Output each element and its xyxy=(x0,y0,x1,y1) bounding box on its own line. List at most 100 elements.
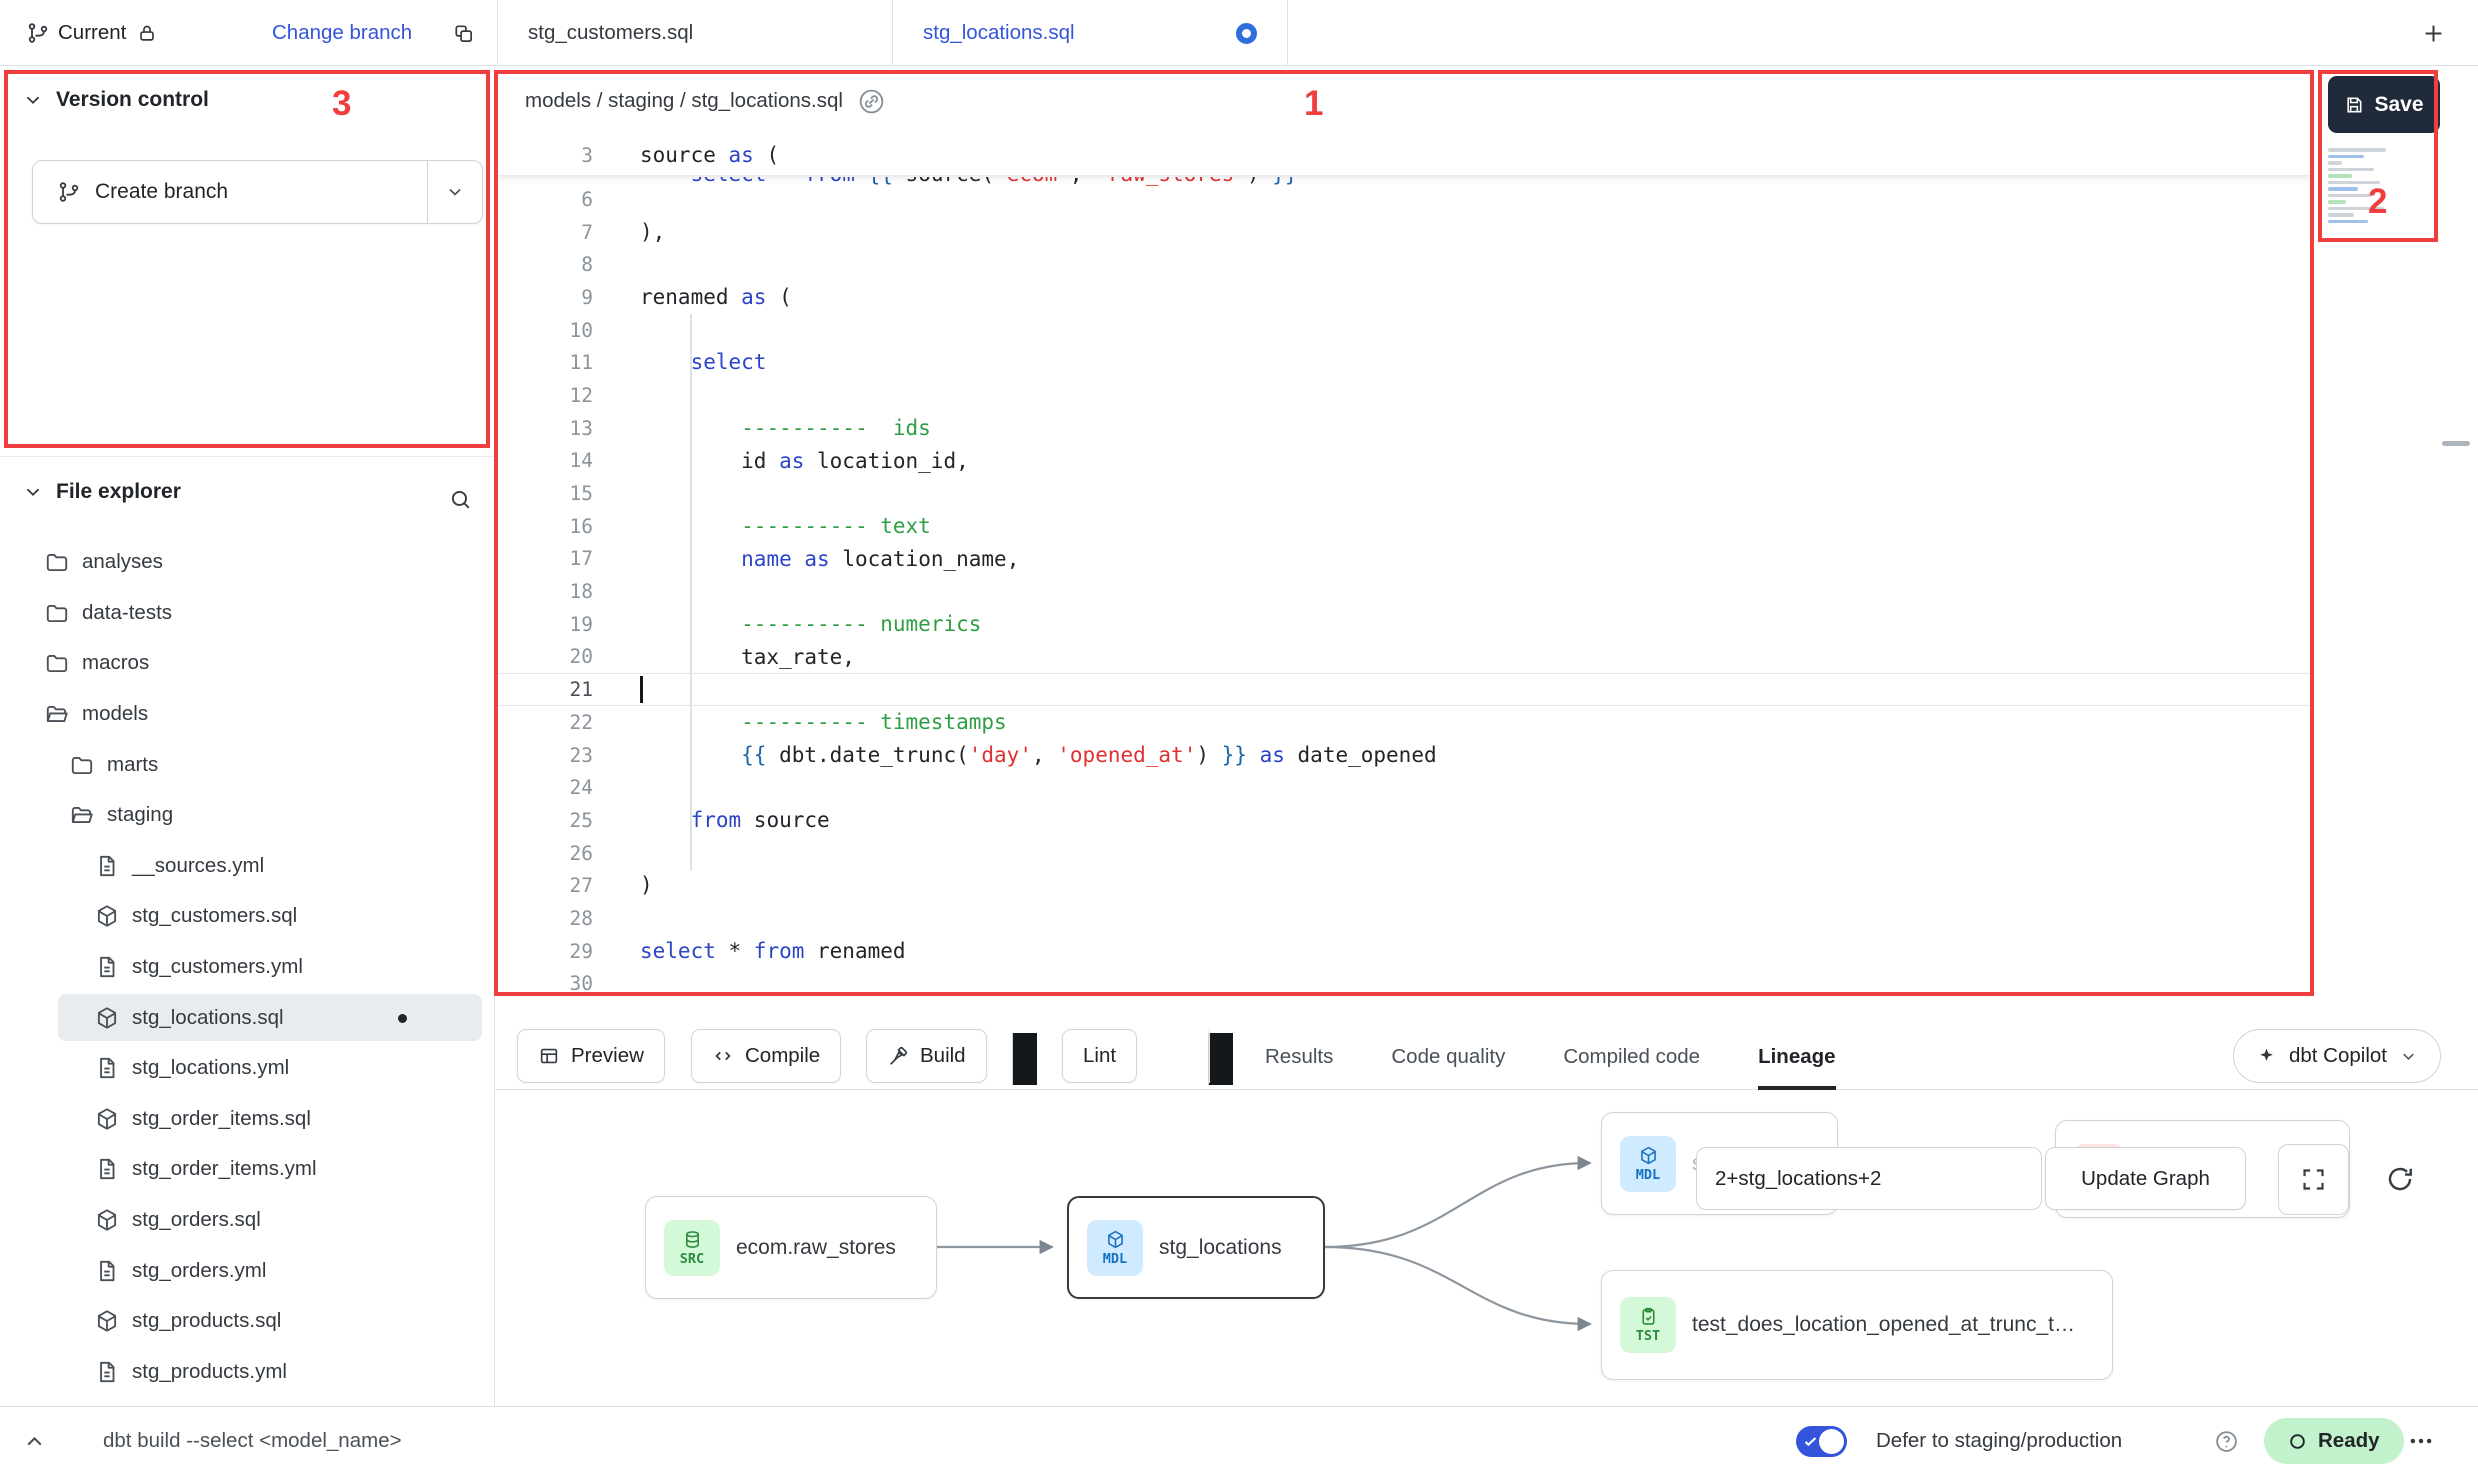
tab-code-quality[interactable]: Code quality xyxy=(1391,1023,1505,1090)
file-tree-item-staging[interactable]: staging xyxy=(0,790,495,841)
file-tree-item-analyses[interactable]: analyses xyxy=(0,537,495,588)
fullscreen-button[interactable] xyxy=(2278,1144,2349,1215)
file-tree-item-marts[interactable]: marts xyxy=(0,739,495,790)
file-tree-item-stg-customers-yml[interactable]: stg_customers.yml xyxy=(0,942,495,993)
build-dropdown[interactable] xyxy=(1012,1033,1037,1085)
code-line-13: 13 ---------- ids xyxy=(495,412,2313,445)
code-line-25: 25 from source xyxy=(495,804,2313,837)
chevron-down-icon xyxy=(22,481,44,503)
chevron-down-icon xyxy=(2399,1047,2418,1066)
file-tree-item-stg-orders-yml[interactable]: stg_orders.yml xyxy=(0,1245,495,1296)
file-icon xyxy=(94,1156,120,1182)
test-badge: TST xyxy=(1620,1297,1676,1353)
preview-button[interactable]: Preview xyxy=(517,1029,665,1083)
refresh-button[interactable] xyxy=(2373,1152,2427,1206)
file-tree-item-data-tests[interactable]: data-tests xyxy=(0,588,495,639)
file-name: stg_order_items.sql xyxy=(132,1107,311,1131)
tab-stg-locations-sql[interactable]: stg_locations.sql xyxy=(893,0,1287,66)
ready-status-button[interactable]: Ready xyxy=(2264,1418,2404,1464)
version-control-header[interactable]: Version control xyxy=(22,88,209,112)
help-icon[interactable] xyxy=(2214,1407,2239,1475)
file-tree-item-stg-locations-yml[interactable]: stg_locations.yml xyxy=(0,1043,495,1094)
defer-toggle[interactable] xyxy=(1796,1407,1847,1475)
update-graph-button[interactable]: Update Graph xyxy=(2045,1147,2246,1210)
top-bar: Current Change branch stg_customers.sql … xyxy=(0,0,2478,66)
lineage-canvas[interactable]: SRC ecom.raw_stores MDL stg_locations MD… xyxy=(495,1090,2478,1406)
save-button[interactable]: Save xyxy=(2328,76,2440,133)
file-search-icon[interactable] xyxy=(448,487,473,512)
create-branch-label: Create branch xyxy=(95,180,228,204)
toggle-knob xyxy=(1819,1429,1844,1454)
file-tree-item-stg-orders-sql[interactable]: stg_orders.sql xyxy=(0,1195,495,1246)
create-branch-button[interactable]: Create branch xyxy=(32,160,483,224)
more-options-icon[interactable] xyxy=(2406,1407,2436,1475)
minimap[interactable] xyxy=(2328,148,2420,226)
model-cube-icon xyxy=(94,1005,120,1031)
lineage-node-test[interactable]: TST test_does_location_opened_at_trunc_t… xyxy=(1601,1270,2113,1380)
lint-dropdown[interactable] xyxy=(1208,1033,1233,1085)
file-name: stg_order_items.yml xyxy=(132,1157,317,1181)
model-cube-icon xyxy=(94,1308,120,1334)
code-line-9: 9renamed as ( xyxy=(495,281,2313,314)
sidebar-divider xyxy=(0,456,494,457)
node-label: stg_locations xyxy=(1159,1236,1282,1260)
database-icon xyxy=(682,1229,703,1250)
status-bar: dbt build --select <model_name> Defer to… xyxy=(0,1406,2478,1474)
file-tree-item-stg-customers-sql[interactable]: stg_customers.sql xyxy=(0,891,495,942)
circle-status-icon xyxy=(2288,1432,2307,1451)
lineage-node-stg-locations[interactable]: MDL stg_locations xyxy=(1067,1196,1325,1299)
code-editor[interactable]: 67),89renamed as (1011 select1213 ------… xyxy=(495,136,2313,1000)
tab-results[interactable]: Results xyxy=(1265,1023,1333,1090)
tab-stg-customers-sql[interactable]: stg_customers.sql xyxy=(498,0,892,66)
copy-icon[interactable] xyxy=(452,0,475,66)
file-tree-item-stg-order-items-yml[interactable]: stg_order_items.yml xyxy=(0,1144,495,1195)
lineage-node-source[interactable]: SRC ecom.raw_stores xyxy=(645,1196,937,1299)
tab-label: stg_locations.sql xyxy=(923,21,1075,45)
file-tree: analyses data-testsmacros models martsstagi… xyxy=(0,537,495,1397)
build-label: Build xyxy=(920,1044,966,1068)
update-graph-label: Update Graph xyxy=(2081,1167,2210,1191)
unsaved-changes-dot xyxy=(1236,23,1257,44)
lint-split-button[interactable]: Lint xyxy=(1062,1029,1137,1083)
folder-icon xyxy=(44,549,70,575)
file-tree-item-stg-order-items-sql[interactable]: stg_order_items.sql xyxy=(0,1094,495,1145)
code-icon xyxy=(712,1045,734,1067)
version-control-title: Version control xyxy=(56,88,209,112)
code-line-15: 15 xyxy=(495,477,2313,510)
create-branch-dropdown[interactable] xyxy=(427,161,482,223)
copy-link-icon[interactable] xyxy=(857,87,886,116)
compile-button[interactable]: Compile xyxy=(691,1029,841,1083)
source-badge: SRC xyxy=(664,1220,720,1276)
node-label: ecom.raw_stores xyxy=(736,1236,896,1260)
file-name: models xyxy=(82,702,148,726)
code-line-23: 23 {{ dbt.date_trunc('day', 'opened_at')… xyxy=(495,739,2313,772)
tab-lineage[interactable]: Lineage xyxy=(1758,1023,1835,1090)
file-tree-item-models[interactable]: models xyxy=(0,689,495,740)
table-icon xyxy=(538,1045,560,1067)
dbt-copilot-button[interactable]: dbt Copilot xyxy=(2233,1029,2441,1083)
collapse-chevron-up-icon[interactable] xyxy=(22,1407,47,1475)
code-line-20: 20 tax_rate, xyxy=(495,641,2313,674)
file-name: analyses xyxy=(82,550,163,574)
folder-open-icon xyxy=(69,802,95,828)
code-line-19: 19 ---------- numerics xyxy=(495,608,2313,641)
file-tree-item-stg-locations-sql[interactable]: stg_locations.sql xyxy=(0,992,495,1043)
file-tree-item--sources-yml[interactable]: __sources.yml xyxy=(0,841,495,892)
partially-scrolled-line: select * from {{ source('ecom', 'raw_sto… xyxy=(495,177,1298,190)
scrollbar-handle[interactable] xyxy=(2442,441,2470,446)
cli-command: dbt build --select <model_name> xyxy=(103,1407,402,1475)
code-line-29: 29select * from renamed xyxy=(495,935,2313,968)
file-explorer-header[interactable]: File explorer xyxy=(22,480,181,504)
file-tree-item-stg-products-yml[interactable]: stg_products.yml xyxy=(0,1347,495,1398)
file-tree-item-macros[interactable]: macros xyxy=(0,638,495,689)
cube-icon xyxy=(1638,1145,1659,1166)
git-branch-icon xyxy=(26,0,50,66)
code-line-21: 21 xyxy=(495,673,2313,706)
new-tab-plus-icon[interactable] xyxy=(2420,0,2447,66)
change-branch-link[interactable]: Change branch xyxy=(272,0,412,66)
sidebar: Version control Create branch File explo… xyxy=(0,66,495,1407)
tab-compiled-code[interactable]: Compiled code xyxy=(1563,1023,1700,1090)
file-tree-item-stg-products-sql[interactable]: stg_products.sql xyxy=(0,1296,495,1347)
build-split-button[interactable]: Build xyxy=(866,1029,987,1083)
lineage-selector-input[interactable] xyxy=(1696,1147,2042,1210)
